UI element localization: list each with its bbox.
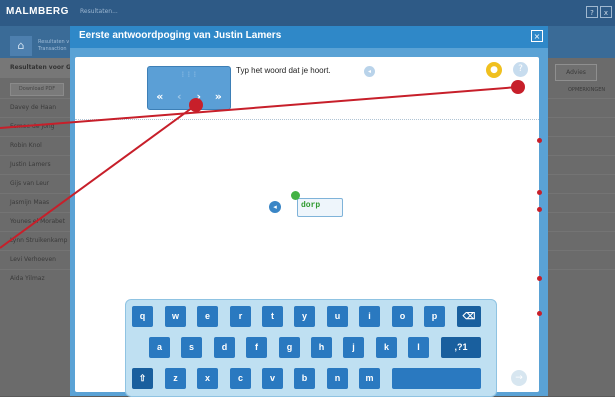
annotation-dot [189,98,203,112]
annotation-overlay [0,80,525,249]
annotation-line [0,86,519,129]
annotation-dot [511,80,525,94]
